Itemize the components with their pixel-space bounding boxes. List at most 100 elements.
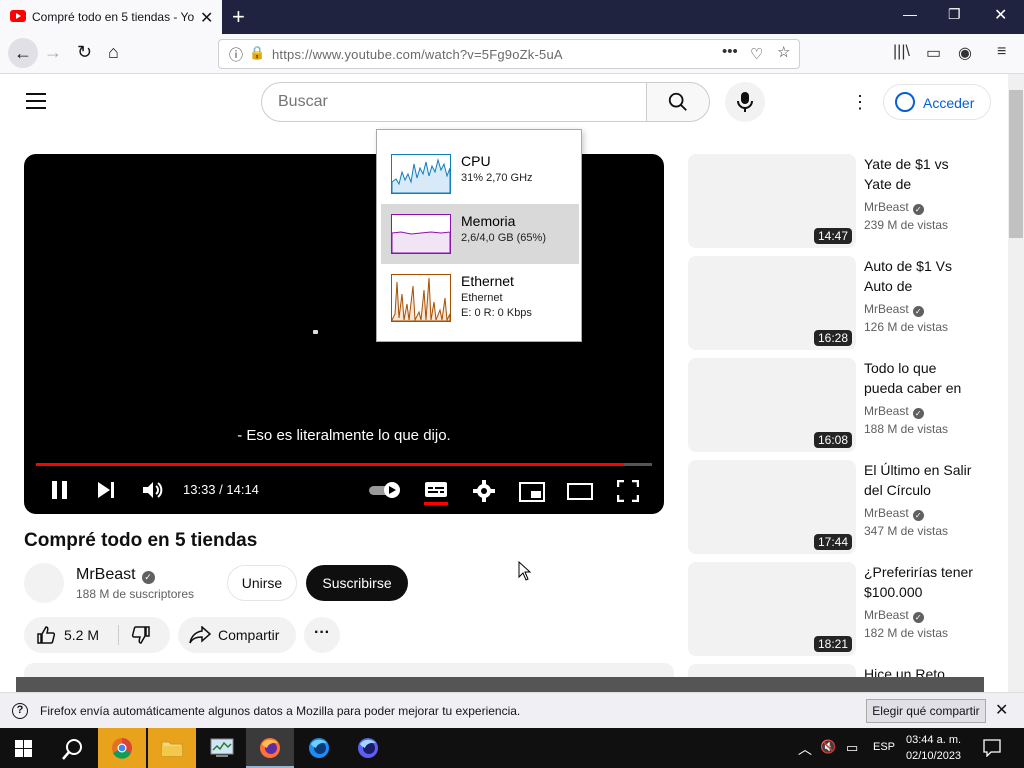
volume-icon[interactable] xyxy=(142,480,164,505)
task-manager-taskbar-app[interactable] xyxy=(198,728,246,768)
recommendation-channel-label[interactable]: MrBeast xyxy=(864,302,909,316)
site-info-icon[interactable]: ⓘ xyxy=(229,45,243,65)
recommendation-channel[interactable]: MrBeast ✓ xyxy=(864,200,924,215)
choose-data-button[interactable]: Elegir qué compartir xyxy=(866,699,986,723)
more-actions-button[interactable]: ··· xyxy=(304,617,340,653)
recommendation-title[interactable]: Auto de $1 Vs Auto de xyxy=(864,256,976,296)
more-dots-icon: ··· xyxy=(314,624,330,641)
next-icon[interactable] xyxy=(96,481,116,504)
search-button[interactable] xyxy=(646,82,710,122)
recommendation-thumbnail[interactable]: 16:28 xyxy=(688,256,856,350)
pocket-icon[interactable]: ♡ xyxy=(750,45,763,63)
settings-gear-icon[interactable] xyxy=(473,480,495,507)
language-indicator[interactable]: ESP xyxy=(873,741,895,753)
minimize-icon[interactable]: — xyxy=(903,6,917,22)
recommendation-title[interactable]: Yate de $1 vs Yate de xyxy=(864,154,976,194)
address-bar[interactable]: ⓘ 🔒 https://www.youtube.com/watch?v=5Fg9… xyxy=(218,39,800,69)
channel-name-label[interactable]: MrBeast xyxy=(76,566,136,583)
recommendation-channel-label[interactable]: MrBeast xyxy=(864,608,909,622)
recommendation-item[interactable]: 14:47 Yate de $1 vs Yate de MrBeast ✓ 239… xyxy=(688,154,1008,249)
url-text[interactable]: https://www.youtube.com/watch?v=5Fg9oZk-… xyxy=(272,47,563,62)
reload-icon[interactable]: ↻ xyxy=(77,42,92,63)
settings-dots-icon[interactable]: ⋮ xyxy=(851,92,869,113)
notifications-icon[interactable] xyxy=(983,739,1001,757)
search-input[interactable] xyxy=(278,93,618,111)
progress-played xyxy=(36,463,624,466)
restore-icon[interactable]: ❐ xyxy=(948,6,961,23)
dislike-button[interactable] xyxy=(119,617,170,653)
new-tab-icon[interactable]: + xyxy=(232,4,245,30)
account-icon[interactable]: ◉ xyxy=(958,43,972,63)
recommendation-title[interactable]: El Último en Salir del Círculo xyxy=(864,460,976,500)
recommendation-channel-label[interactable]: MrBeast xyxy=(864,404,909,418)
progress-bar[interactable] xyxy=(36,463,652,466)
home-icon[interactable]: ⌂ xyxy=(108,42,119,63)
voice-search-button[interactable] xyxy=(725,82,765,122)
tray-chevron-up-icon[interactable]: ︿ xyxy=(798,739,812,759)
recommendation-item[interactable]: Hice un Reto xyxy=(688,664,1008,677)
recommendation-channel-label[interactable]: MrBeast xyxy=(864,506,909,520)
autoplay-toggle-icon[interactable] xyxy=(368,481,404,504)
library-icon[interactable]: |||\ xyxy=(893,43,910,61)
recommendation-channel[interactable]: MrBeast ✓ xyxy=(864,404,924,419)
firefox-nightly-taskbar-app[interactable] xyxy=(344,728,392,768)
file-explorer-taskbar-app[interactable] xyxy=(148,728,196,768)
chrome-taskbar-app[interactable] xyxy=(98,728,146,768)
recommendation-channel[interactable]: MrBeast ✓ xyxy=(864,302,924,317)
pause-icon[interactable] xyxy=(51,480,69,505)
recommendation-item[interactable]: 17:44 El Último en Salir del Círculo MrB… xyxy=(688,460,1008,555)
description-box[interactable] xyxy=(24,663,674,677)
cpu-item[interactable]: CPU 31% 2,70 GHz xyxy=(381,144,579,204)
scrollbar-thumb[interactable] xyxy=(1009,90,1023,238)
horizontal-scrollbar[interactable] xyxy=(16,677,984,692)
recommendation-item[interactable]: 18:21 ¿Preferirías tener $100.000 MrBeas… xyxy=(688,562,1008,657)
memory-item[interactable]: Memoria 2,6/4,0 GB (65%) xyxy=(381,204,579,264)
guide-menu-icon[interactable] xyxy=(26,93,46,109)
ethernet-item[interactable]: Ethernet Ethernet E: 0 R: 0 Kbps xyxy=(381,264,579,336)
recommendation-title[interactable]: ¿Preferirías tener $100.000 xyxy=(864,562,976,602)
recommendation-channel-label[interactable]: MrBeast xyxy=(864,200,909,214)
close-tab-icon[interactable]: ✕ xyxy=(200,8,213,28)
page-actions-icon[interactable]: ••• xyxy=(722,43,738,60)
recommendation-title[interactable]: Todo lo que pueda caber en xyxy=(864,358,976,398)
back-icon[interactable]: ← xyxy=(8,38,38,68)
recommendation-thumbnail[interactable]: 14:47 xyxy=(688,154,856,248)
sidebar-icon[interactable]: ▭ xyxy=(926,43,941,63)
lock-icon[interactable]: 🔒 xyxy=(249,45,265,61)
subtitles-icon[interactable] xyxy=(424,481,448,510)
search-box[interactable] xyxy=(261,82,647,122)
clock[interactable]: 03:44 a. m. 02/10/2023 xyxy=(906,732,961,764)
join-button[interactable]: Unirse xyxy=(227,565,297,601)
browser-tab-active[interactable]: Compré todo en 5 tiendas - YouTube ✕ xyxy=(0,0,222,34)
forward-icon[interactable]: → xyxy=(44,42,62,63)
bookmark-star-icon[interactable]: ☆ xyxy=(777,43,790,61)
recommendation-item[interactable]: 16:28 Auto de $1 Vs Auto de MrBeast ✓ 126… xyxy=(688,256,1008,351)
network-icon[interactable]: ▭ xyxy=(846,740,858,756)
theater-mode-icon[interactable] xyxy=(567,483,593,505)
sign-in-button[interactable]: Acceder xyxy=(883,84,991,120)
windows-start-icon[interactable] xyxy=(15,740,32,757)
miniplayer-icon[interactable] xyxy=(519,482,545,507)
recommendation-item[interactable]: 16:08 Todo lo que pueda caber en MrBeast… xyxy=(688,358,1008,453)
recommendation-title[interactable]: Hice un Reto xyxy=(864,664,976,677)
recommendation-thumbnail[interactable]: 17:44 xyxy=(688,460,856,554)
like-button[interactable]: 5.2 M xyxy=(24,617,118,653)
channel-avatar[interactable] xyxy=(24,563,64,603)
search-taskbar-icon[interactable] xyxy=(62,738,84,760)
fullscreen-icon[interactable] xyxy=(616,479,640,507)
volume-muted-icon[interactable]: 🔇 xyxy=(820,739,836,755)
firefox-taskbar-app[interactable] xyxy=(246,728,294,768)
subscribe-button[interactable]: Suscribirse xyxy=(306,565,408,601)
recommendation-channel[interactable]: MrBeast ✓ xyxy=(864,506,924,521)
notification-close-icon[interactable]: ✕ xyxy=(995,700,1008,720)
share-button[interactable]: Compartir xyxy=(178,617,296,653)
channel-name[interactable]: MrBeast ✓ xyxy=(76,566,155,584)
firefox-developer-taskbar-app[interactable] xyxy=(295,728,343,768)
recommendation-thumbnail[interactable]: 18:21 xyxy=(688,562,856,656)
app-menu-icon[interactable]: ≡ xyxy=(997,43,1006,61)
recommendation-thumbnail[interactable]: 16:08 xyxy=(688,358,856,452)
recommendation-thumbnail[interactable] xyxy=(688,664,856,677)
recommendation-channel[interactable]: MrBeast ✓ xyxy=(864,608,924,623)
window-close-icon[interactable]: ✕ xyxy=(994,5,1007,25)
page-scrollbar[interactable] xyxy=(1008,74,1024,692)
